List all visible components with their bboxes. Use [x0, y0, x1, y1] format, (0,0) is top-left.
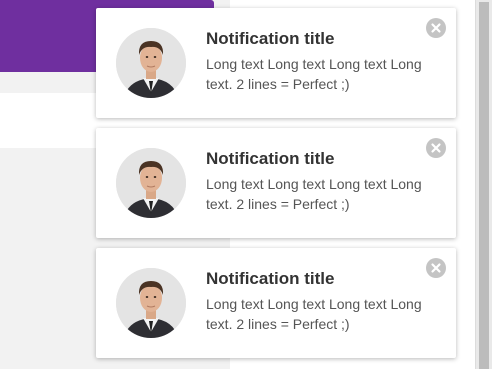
- notification-title: Notification title: [206, 149, 335, 168]
- close-icon[interactable]: [426, 258, 446, 278]
- notification-title: Notification title: [206, 269, 335, 288]
- notification-body: Long text Long text Long text Long text.…: [206, 296, 422, 332]
- close-icon[interactable]: [426, 18, 446, 38]
- close-icon[interactable]: [426, 138, 446, 158]
- notification-card[interactable]: Notification title Long text Long text L…: [96, 248, 456, 358]
- vertical-scrollbar[interactable]: [475, 0, 492, 369]
- person-avatar-icon: [116, 268, 186, 338]
- notification-card[interactable]: Notification title Long text Long text L…: [96, 128, 456, 238]
- notification-body: Long text Long text Long text Long text.…: [206, 56, 422, 92]
- notification-title: Notification title: [206, 29, 335, 48]
- notification-body: Long text Long text Long text Long text.…: [206, 176, 422, 212]
- notification-card[interactable]: Notification title Long text Long text L…: [96, 8, 456, 118]
- scrollbar-thumb[interactable]: [479, 2, 489, 369]
- person-avatar-icon: [116, 28, 186, 98]
- person-avatar-icon: [116, 148, 186, 218]
